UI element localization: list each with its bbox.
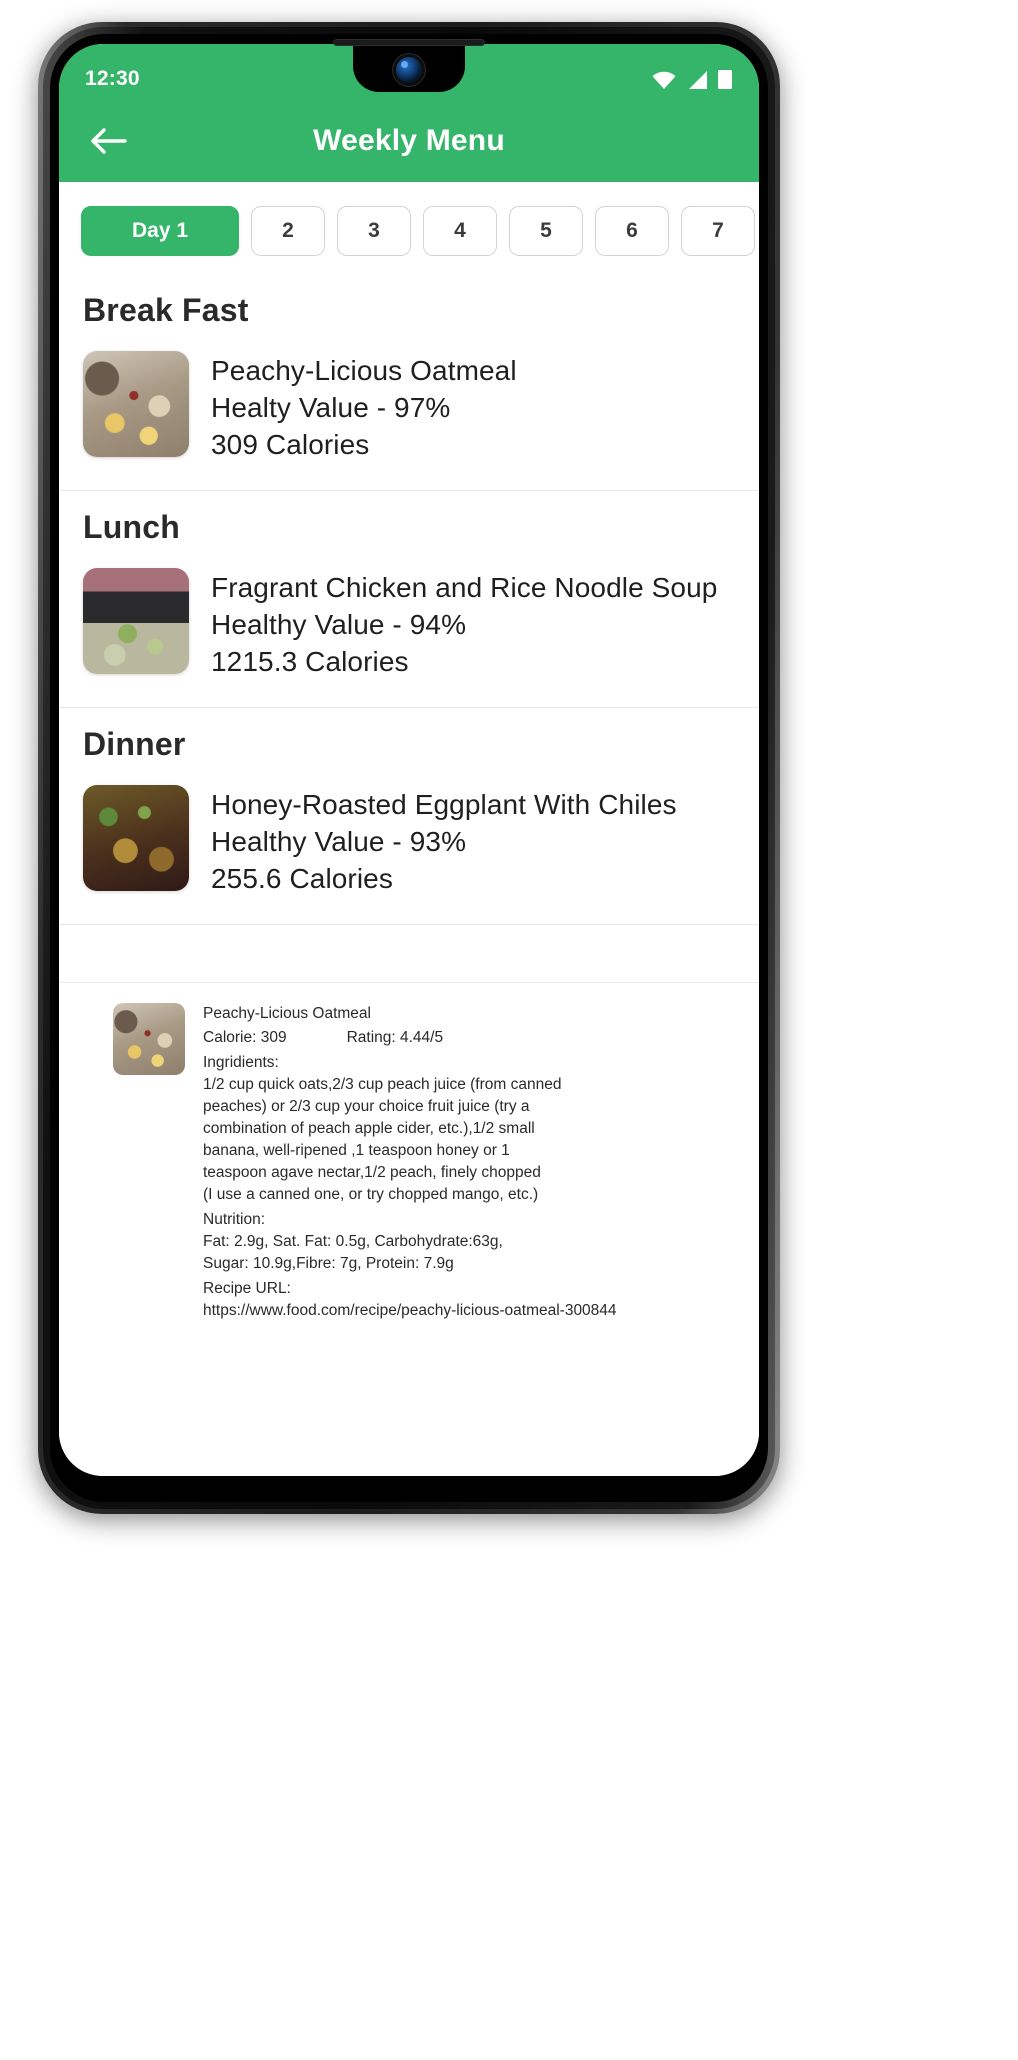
detail-recipe-url[interactable]: https://www.food.com/recipe/peachy-licio… <box>203 1300 617 1322</box>
detail-ingredients-line-6: (I use a canned one, or try chopped mang… <box>203 1185 539 1203</box>
detail-ingredients-line-5: teaspoon agave nectar,1/2 peach, finely … <box>203 1163 541 1181</box>
day-tab-4[interactable]: 4 <box>423 206 497 256</box>
recipe-detail-card[interactable]: Peachy-Licious Oatmeal Calorie: 309 Rati… <box>59 983 759 1332</box>
meal-item-breakfast[interactable]: Peachy-Licious Oatmeal Healty Value - 97… <box>59 339 759 491</box>
meal-thumbnail-dinner <box>83 784 189 891</box>
meal-calories-dinner: 255.6 Calories <box>211 862 393 894</box>
section-heading-breakfast: Break Fast <box>83 292 249 328</box>
detail-ingredients-line-2: peaches) or 2/3 cup your choice fruit ju… <box>203 1097 530 1115</box>
detail-rating: Rating: 4.44/5 <box>346 1028 444 1046</box>
detail-ingredients-label: Ingridients: <box>203 1053 279 1071</box>
page-title: Weekly Menu <box>313 124 505 157</box>
detail-ingredients-line-4: banana, well-ripened ,1 teaspoon honey o… <box>203 1141 510 1159</box>
back-arrow-icon[interactable] <box>83 114 137 168</box>
day-tab-1[interactable]: Day 1 <box>81 206 239 256</box>
meal-item-dinner[interactable]: Honey-Roasted Eggplant With Chiles Healt… <box>59 773 759 925</box>
section-heading-dinner: Dinner <box>83 725 186 762</box>
day-tab-6[interactable]: 6 <box>595 206 669 256</box>
meal-text-lunch: Fragrant Chicken and Rice Noodle Soup He… <box>211 568 717 681</box>
phone-frame-inner: 12:30 Weekly Menu Day 1 2 3 4 5 6 7 Brea… <box>43 27 775 1509</box>
earpiece-speaker <box>333 39 485 46</box>
meal-item-lunch[interactable]: Fragrant Chicken and Rice Noodle Soup He… <box>59 556 759 708</box>
detail-calorie: Calorie: 309 <box>203 1028 287 1046</box>
detail-recipe-title: Peachy-Licious Oatmeal <box>203 1004 371 1022</box>
meal-text-dinner: Honey-Roasted Eggplant With Chiles Healt… <box>211 785 677 898</box>
detail-ingredients-line-3: combination of peach apple cider, etc.),… <box>203 1119 535 1137</box>
detail-thumbnail <box>113 1002 185 1075</box>
detail-ingredients-line-1: 1/2 cup quick oats,2/3 cup peach juice (… <box>203 1075 562 1093</box>
meal-health-breakfast: Healty Value - 97% <box>211 391 451 423</box>
app-bar: Weekly Menu <box>59 100 759 182</box>
front-camera-icon <box>396 57 422 83</box>
meal-calories-lunch: 1215.3 Calories <box>211 645 409 677</box>
day-tab-7[interactable]: 7 <box>681 206 755 256</box>
wifi-icon <box>651 70 677 90</box>
section-heading-lunch: Lunch <box>83 508 180 545</box>
day-tab-bar: Day 1 2 3 4 5 6 7 <box>59 182 759 274</box>
meal-health-lunch: Healthy Value - 94% <box>211 608 467 640</box>
status-bar-clock: 12:30 <box>85 67 140 90</box>
phone-bezel: 12:30 Weekly Menu Day 1 2 3 4 5 6 7 Brea… <box>50 34 768 1502</box>
day-tab-2[interactable]: 2 <box>251 206 325 256</box>
day-tab-5[interactable]: 5 <box>509 206 583 256</box>
meal-name-breakfast: Peachy-Licious Oatmeal <box>211 355 517 386</box>
detail-meta-row: Calorie: 309 Rating: 4.44/5 <box>203 1027 617 1049</box>
battery-icon <box>717 69 733 90</box>
detail-recipe-url-label: Recipe URL: <box>203 1279 291 1297</box>
detail-nutrition-line-1: Fat: 2.9g, Sat. Fat: 0.5g, Carbohydrate:… <box>203 1232 503 1250</box>
detail-nutrition-line-2: Sugar: 10.9g,Fibre: 7g, Protein: 7.9g <box>203 1254 454 1272</box>
meal-name-lunch: Fragrant Chicken and Rice Noodle Soup <box>211 571 718 603</box>
detail-body: Peachy-Licious Oatmeal Calorie: 309 Rati… <box>203 1003 617 1322</box>
menu-content: Day 1 2 3 4 5 6 7 Break Fast Peachy-Lici… <box>59 182 759 1476</box>
meal-calories-breakfast: 309 Calories <box>211 428 370 460</box>
day-tab-3[interactable]: 3 <box>337 206 411 256</box>
meal-text-breakfast: Peachy-Licious Oatmeal Healty Value - 97… <box>211 351 517 464</box>
detail-nutrition-label: Nutrition: <box>203 1210 266 1228</box>
status-bar-icons <box>651 69 737 90</box>
list-spacer-row <box>59 925 759 983</box>
meal-name-dinner: Honey-Roasted Eggplant With Chiles <box>211 788 677 820</box>
meal-thumbnail-breakfast <box>83 351 189 457</box>
phone-device-frame: 12:30 Weekly Menu Day 1 2 3 4 5 6 7 Brea… <box>38 22 780 1514</box>
screenshot-stage: 12:30 Weekly Menu Day 1 2 3 4 5 6 7 Brea… <box>0 0 1018 2060</box>
meal-thumbnail-lunch <box>83 567 189 674</box>
camera-notch <box>353 44 465 92</box>
signal-icon <box>686 70 708 90</box>
meal-health-dinner: Healthy Value - 93% <box>211 825 467 857</box>
phone-screen: 12:30 Weekly Menu Day 1 2 3 4 5 6 7 Brea… <box>59 44 759 1476</box>
